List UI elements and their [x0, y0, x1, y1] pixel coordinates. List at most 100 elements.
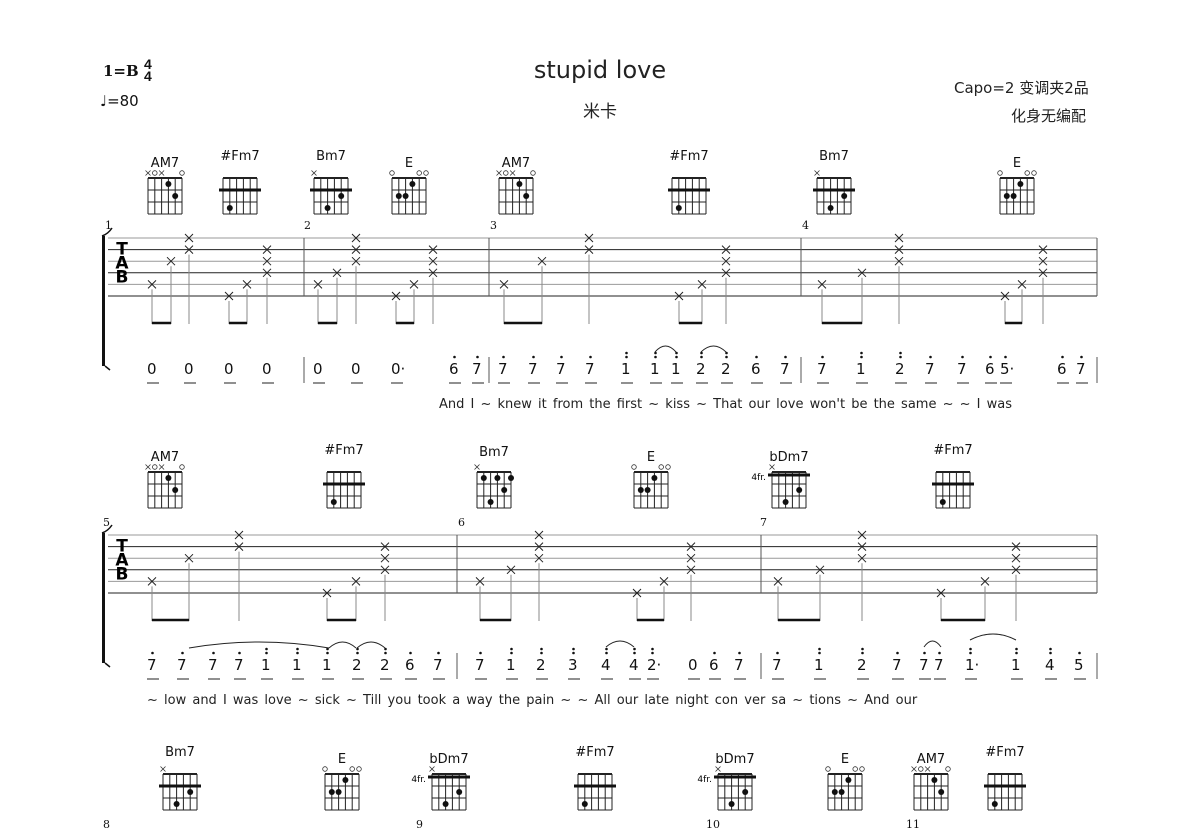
jianpu-note: 7: [1076, 360, 1086, 378]
finger-dot: [508, 475, 514, 481]
jianpu-note: 1·: [965, 656, 980, 674]
jianpu-note: 6: [751, 360, 761, 378]
open-string-icon: [152, 170, 158, 176]
finger-dot: [165, 475, 172, 481]
measure-number: 5: [103, 516, 110, 529]
octave-dot: [589, 355, 592, 359]
open-string-icon: [665, 464, 671, 470]
finger-dot: [402, 193, 409, 199]
jianpu-note: 0: [313, 360, 323, 378]
finger-dot: [226, 205, 233, 211]
jianpu-note: 7: [734, 656, 744, 674]
octave-dot: [899, 355, 902, 359]
octave-dot: [181, 651, 184, 655]
finger-dot: [330, 499, 337, 505]
open-string-icon: [322, 766, 328, 772]
finger-dot: [841, 193, 848, 199]
jianpu-note: 7: [925, 360, 935, 378]
open-string-icon: [389, 170, 395, 176]
jianpu-note: 1: [814, 656, 824, 674]
jianpu-note: 0: [224, 360, 234, 378]
finger-dot: [991, 801, 998, 807]
jianpu-note: 7: [817, 360, 827, 378]
tie-arc: [605, 640, 635, 648]
chord-diagram: [389, 170, 429, 215]
jianpu-note: 2: [721, 360, 731, 378]
finger-dot: [501, 487, 508, 493]
tie-arc: [188, 641, 330, 649]
open-string-icon: [1024, 170, 1030, 176]
jianpu-note: 6: [709, 656, 719, 674]
octave-dot: [861, 651, 864, 655]
chord-name: #Fm7: [933, 443, 973, 458]
jianpu-note: 7: [498, 360, 508, 378]
octave-dot: [651, 651, 654, 655]
chord-name: AM7: [150, 450, 180, 465]
octave-dot: [151, 651, 154, 655]
octave-dot: [633, 647, 636, 651]
jianpu-note: 2: [380, 656, 390, 674]
open-string-icon: [349, 766, 355, 772]
chord-name: Bm7: [819, 149, 849, 164]
chord-diagram: [145, 170, 185, 215]
chord-diagram: 4fr.: [697, 766, 756, 811]
jianpu-note: 4: [629, 656, 639, 674]
finger-dot: [581, 801, 588, 807]
octave-dot: [923, 651, 926, 655]
jianpu-note: 2: [536, 656, 546, 674]
octave-dot: [437, 651, 440, 655]
measure-number: 3: [490, 219, 497, 232]
open-string-icon: [423, 170, 429, 176]
jianpu-note: 2·: [647, 656, 662, 674]
finger-dot: [456, 789, 463, 795]
finger-dot: [782, 499, 789, 505]
chord-diagram: [668, 177, 710, 215]
octave-dot: [502, 355, 505, 359]
octave-dot: [605, 651, 608, 655]
open-string-icon: [503, 170, 509, 176]
jianpu-note: 0: [184, 360, 194, 378]
jianpu-note: 6: [449, 360, 459, 378]
chord-name: AM7: [916, 752, 946, 767]
open-string-icon: [1031, 170, 1037, 176]
chord-name: E: [840, 752, 850, 767]
octave-dot: [969, 651, 972, 655]
octave-dot: [651, 647, 654, 651]
octave-dot: [265, 651, 268, 655]
jianpu-note: 1: [261, 656, 271, 674]
finger-dot: [728, 801, 735, 807]
chord-name: #Fm7: [985, 745, 1025, 760]
jianpu-note: 2: [352, 656, 362, 674]
chord-name: Bm7: [316, 149, 346, 164]
octave-dot: [476, 355, 479, 359]
open-string-icon: [179, 464, 185, 470]
octave-dot: [479, 651, 482, 655]
lyrics-line: ~ low and I was love ~ sick ~ Till you t…: [147, 693, 918, 708]
finger-dot: [487, 499, 494, 505]
octave-dot: [1080, 355, 1083, 359]
octave-dot: [969, 647, 972, 651]
jianpu-note: 7: [772, 656, 782, 674]
chord-name: #Fm7: [669, 149, 709, 164]
finger-dot: [442, 801, 449, 807]
system-bracket: [102, 236, 105, 366]
jianpu-note: 1: [322, 656, 332, 674]
chord-diagram: 4fr.: [751, 464, 810, 509]
finger-dot: [187, 789, 194, 795]
tie-arc: [356, 641, 386, 649]
measure-number: 9: [416, 818, 423, 831]
jianpu-note: 1: [650, 360, 660, 378]
chord-name: E: [646, 450, 656, 465]
jianpu-note: 4: [601, 656, 611, 674]
chord-diagram: [322, 766, 362, 811]
jianpu-note: 7: [934, 656, 944, 674]
measure-number: 1: [105, 219, 112, 232]
finger-dot: [938, 789, 945, 795]
finger-dot: [675, 205, 682, 211]
finger-dot: [1010, 193, 1017, 199]
octave-dot: [1015, 651, 1018, 655]
octave-dot: [818, 651, 821, 655]
finger-dot: [173, 801, 180, 807]
chord-diagram: [219, 177, 261, 215]
fret-position-label: 4fr.: [697, 775, 712, 785]
